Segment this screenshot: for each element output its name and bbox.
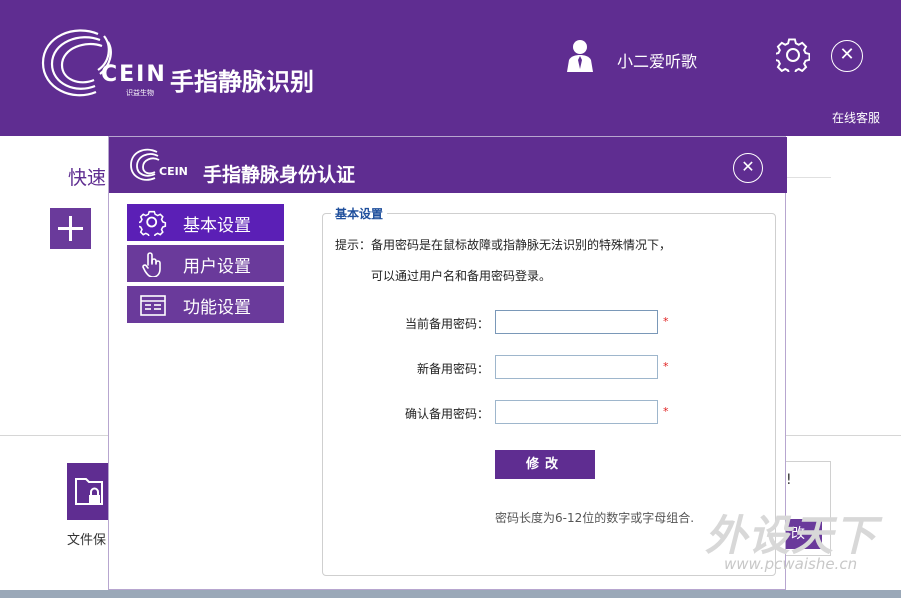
new-password-label: 新备用密码： (416, 362, 489, 376)
sidebar-item-label: 功能设置 (183, 298, 251, 318)
sidebar-item-basic-settings[interactable]: 基本设置 (127, 204, 284, 241)
panel-legend: 基本设置 (331, 205, 388, 222)
file-protect-label: 文件保 (67, 533, 107, 548)
gear-icon (139, 210, 167, 236)
add-button[interactable] (50, 208, 91, 249)
current-password-label: 当前备用密码： (404, 317, 489, 331)
logo-text: CEIN (101, 62, 167, 87)
logo-subtext: 识益生物 (126, 89, 154, 97)
hint-text-line1: 提示：备用密码是在鼠标故障或指静脉无法识别的特殊情况下， (335, 238, 672, 252)
required-mark: * (663, 405, 669, 418)
close-app-button[interactable]: ✕ (831, 40, 863, 72)
dialog-logo-text: CEIN (159, 165, 188, 178)
finger-touch-icon (142, 252, 161, 277)
password-rule-note: 密码长度为6-12位的数字或字母组合. (495, 511, 695, 525)
dialog-close-button[interactable]: ✕ (733, 153, 763, 183)
watermark-text: 外设天下 (705, 511, 878, 560)
confirm-password-label: 确认备用密码： (404, 407, 489, 421)
required-mark: * (663, 360, 669, 373)
hint-text-line2: 可以通过用户名和备用密码登录。 (371, 269, 552, 283)
file-protect-icon[interactable] (67, 463, 111, 520)
watermark-url: www.pcwaishe.cn (724, 555, 858, 573)
app-title: 手指静脉识别 (170, 68, 314, 96)
dialog-header: CEIN 手指静脉身份认证 ✕ (109, 137, 787, 193)
confirm-password-input[interactable] (495, 400, 658, 424)
identity-auth-dialog: CEIN 手指静脉身份认证 ✕ 基本设置 用户设置 功能设置 基本设置 提示：备… (108, 136, 787, 590)
quick-section-label: 快速 (68, 167, 107, 189)
window-icon (140, 295, 166, 316)
card-exclamation: ! (786, 472, 792, 488)
dialog-title: 手指静脉身份认证 (203, 164, 356, 186)
gear-icon[interactable] (776, 38, 810, 72)
user-name[interactable]: 小二爱听歌 (617, 48, 697, 72)
folder-lock-icon (75, 478, 103, 505)
app-header: CEIN 识益生物 手指静脉识别 小二爱听歌 ✕ 在线客服 (0, 0, 901, 136)
bottom-strip (0, 590, 901, 598)
sidebar-item-user-settings[interactable]: 用户设置 (127, 245, 284, 282)
current-password-input[interactable] (495, 310, 658, 334)
sidebar-item-label: 用户设置 (183, 257, 251, 277)
user-icon (567, 40, 593, 72)
new-password-input[interactable] (495, 355, 658, 379)
required-mark: * (663, 315, 669, 328)
sidebar-item-function-settings[interactable]: 功能设置 (127, 286, 284, 323)
sidebar-item-label: 基本设置 (183, 216, 251, 236)
online-support-link[interactable]: 在线客服 (832, 109, 880, 126)
modify-button[interactable]: 修改 (495, 450, 595, 479)
